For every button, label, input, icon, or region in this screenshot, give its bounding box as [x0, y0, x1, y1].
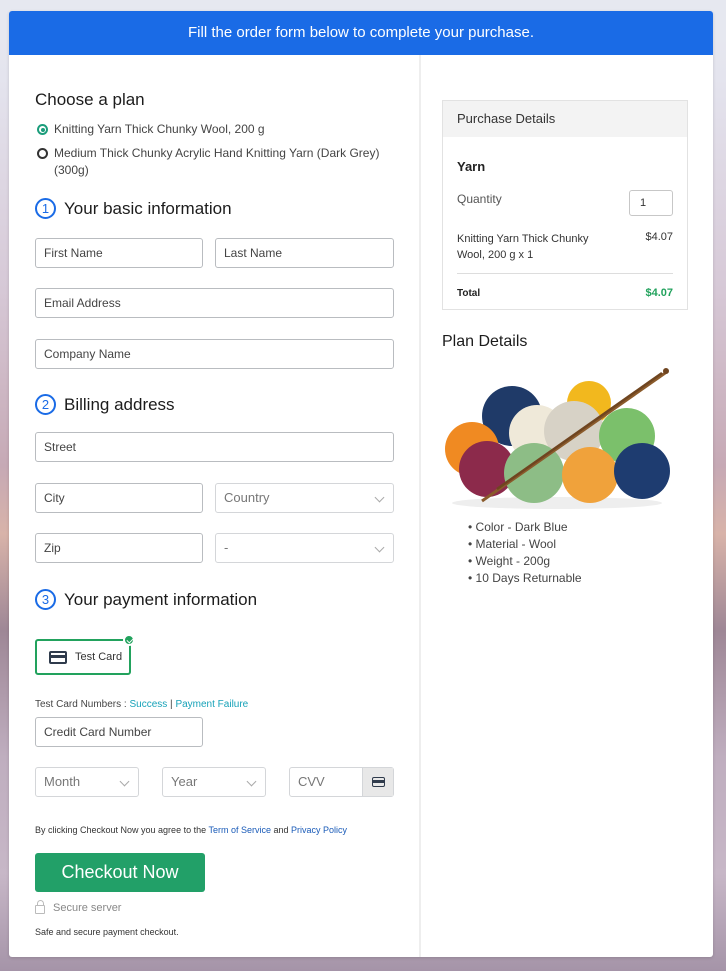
payment-failure-link[interactable]: Payment Failure — [175, 699, 248, 710]
test-card-option[interactable]: Test Card — [35, 634, 135, 675]
step-3-icon: 3 — [35, 589, 56, 610]
quantity-label: Quantity — [457, 192, 502, 206]
quantity-input[interactable]: 1 — [629, 190, 673, 216]
agreement-prefix: By clicking Checkout Now you agree to th… — [35, 825, 209, 835]
plan-option-label: Knitting Yarn Thick Chunky Wool, 200 g — [54, 122, 265, 136]
total-value: $4.07 — [645, 287, 673, 299]
test-card-numbers: Test Card Numbers : Success | Payment Fa… — [35, 699, 248, 710]
month-select[interactable]: Month — [35, 767, 139, 797]
summary-divider — [457, 273, 673, 274]
success-link[interactable]: Success — [129, 699, 167, 710]
plan-details-heading: Plan Details — [442, 333, 528, 350]
street-input[interactable]: Street — [35, 432, 394, 462]
privacy-link[interactable]: Privacy Policy — [291, 825, 347, 835]
order-form-card: Fill the order form below to complete yo… — [9, 11, 713, 957]
plan-option-label: Medium Thick Chunky Acrylic Hand Knittin… — [54, 146, 380, 177]
yarn-product-image — [445, 368, 670, 509]
payment-heading: 3 Your payment information — [35, 589, 257, 610]
payment-method-label: Test Card — [75, 651, 123, 663]
feature-item: Color - Dark Blue — [468, 519, 582, 536]
last-name-input[interactable]: Last Name — [215, 238, 394, 268]
terms-link[interactable]: Term of Service — [208, 825, 271, 835]
plan-option-2[interactable]: Medium Thick Chunky Acrylic Hand Knittin… — [37, 145, 397, 179]
lock-icon — [35, 900, 45, 914]
cvv-input[interactable]: CVV — [289, 767, 394, 797]
total-label: Total — [457, 288, 481, 299]
test-numbers-label: Test Card Numbers : — [35, 699, 130, 710]
basic-info-heading: 1 Your basic information — [35, 198, 232, 219]
first-name-input[interactable]: First Name — [35, 238, 203, 268]
step-1-icon: 1 — [35, 198, 56, 219]
company-input[interactable]: Company Name — [35, 339, 394, 369]
card-number-input[interactable]: Credit Card Number — [35, 717, 203, 747]
chevron-down-icon — [374, 542, 385, 553]
year-select[interactable]: Year — [162, 767, 266, 797]
plan-option-1[interactable]: Knitting Yarn Thick Chunky Wool, 200 g — [37, 121, 265, 138]
safe-checkout-text: Safe and secure payment checkout. — [35, 927, 179, 937]
step-2-icon: 2 — [35, 394, 56, 415]
state-select[interactable]: - — [215, 533, 394, 563]
radio-selected-icon[interactable] — [37, 124, 48, 135]
year-value: Year — [171, 774, 198, 789]
chevron-down-icon — [119, 776, 130, 787]
agreement-text: By clicking Checkout Now you agree to th… — [35, 825, 347, 835]
email-input[interactable]: Email Address — [35, 288, 394, 318]
country-select[interactable]: Country — [215, 483, 394, 513]
purchase-details-header: Purchase Details — [443, 101, 687, 137]
state-value: - — [224, 540, 229, 555]
month-value: Month — [44, 774, 81, 789]
chevron-down-icon — [374, 492, 385, 503]
section-title: Your payment information — [64, 589, 258, 609]
zip-input[interactable]: Zip — [35, 533, 203, 563]
column-divider — [419, 55, 421, 957]
section-title: Billing address — [64, 394, 175, 414]
feature-item: 10 Days Returnable — [468, 570, 582, 587]
header-banner: Fill the order form below to complete yo… — [9, 11, 713, 55]
secure-server: Secure server — [35, 900, 122, 914]
line-item-price: $4.07 — [645, 231, 673, 243]
feature-item: Weight - 200g — [468, 553, 582, 570]
country-value: Country — [224, 490, 270, 505]
feature-item: Material - Wool — [468, 536, 582, 553]
choose-plan-heading: Choose a plan — [35, 90, 145, 109]
credit-card-icon — [371, 777, 385, 787]
secure-label: Secure server — [53, 902, 122, 914]
city-input[interactable]: City — [35, 483, 203, 513]
billing-heading: 2 Billing address — [35, 394, 175, 415]
line-item-label: Knitting Yarn Thick Chunky Wool, 200 g x… — [457, 233, 589, 261]
credit-card-icon — [49, 650, 67, 664]
cvv-placeholder: CVV — [298, 774, 325, 789]
cvv-card-button — [362, 768, 393, 796]
agreement-and: and — [270, 825, 291, 835]
purchase-details-box: Purchase Details Yarn Quantity 1 Knittin… — [442, 100, 688, 310]
plan-features-list: Color - Dark Blue Material - Wool Weight… — [468, 519, 582, 587]
product-group: Yarn — [457, 159, 486, 174]
radio-unselected-icon[interactable] — [37, 148, 48, 159]
section-title: Your basic information — [64, 198, 232, 218]
chevron-down-icon — [246, 776, 257, 787]
checkout-now-button[interactable]: Checkout Now — [35, 853, 205, 892]
check-circle-icon — [123, 634, 135, 646]
